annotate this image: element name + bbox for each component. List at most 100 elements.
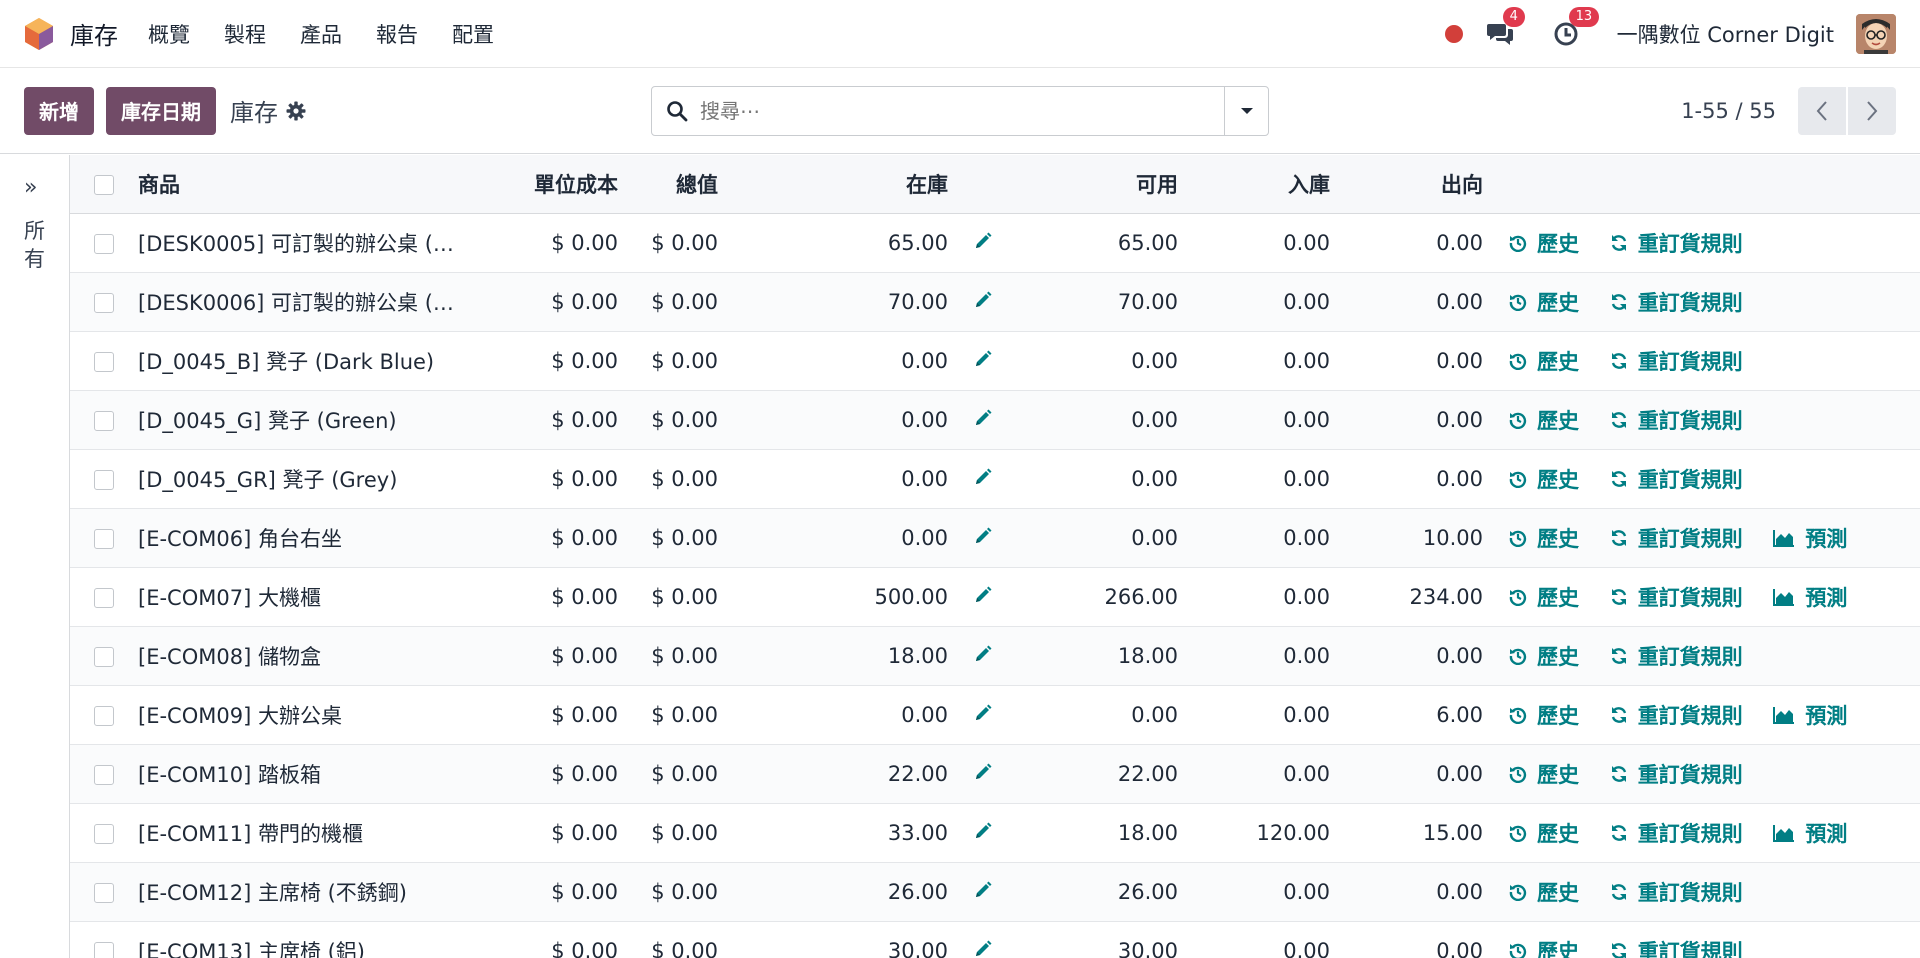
table-row[interactable]: [DESK0006] 可訂製的辦公桌 (… $ 0.00 $ 0.00 70.0… (70, 272, 1920, 332)
product-name[interactable]: [D_0045_B] 凳子 (Dark Blue) (138, 331, 478, 391)
product-name[interactable]: [E-COM09] 大辦公桌 (138, 685, 478, 745)
forecast-button[interactable]: 預測 (1773, 700, 1847, 730)
table-row[interactable]: [DESK0005] 可訂製的辦公桌 (… $ 0.00 $ 0.00 65.0… (70, 213, 1920, 273)
table-row[interactable]: [E-COM11] 帶門的機櫃 $ 0.00 $ 0.00 33.00 18.0… (70, 803, 1920, 863)
on-hand-qty[interactable]: 0.00 (718, 331, 948, 391)
pager-next-button[interactable] (1848, 87, 1896, 135)
on-hand-qty[interactable]: 22.00 (718, 744, 948, 804)
pencil-icon[interactable] (974, 763, 992, 781)
reordering-rules-button[interactable]: 重訂貨規則 (1610, 759, 1743, 789)
pencil-icon[interactable] (974, 291, 992, 309)
search-options-toggle[interactable] (1224, 87, 1268, 135)
reordering-rules-button[interactable]: 重訂貨規則 (1610, 287, 1743, 317)
forecast-button[interactable]: 預測 (1773, 523, 1847, 553)
inventory-date-button[interactable]: 庫存日期 (106, 86, 216, 135)
on-hand-qty[interactable]: 0.00 (718, 390, 948, 450)
table-row[interactable]: [E-COM13] 主席椅 (鋁) $ 0.00 $ 0.00 30.00 30… (70, 921, 1920, 958)
on-hand-qty[interactable]: 0.00 (718, 685, 948, 745)
product-name[interactable]: [D_0045_G] 凳子 (Green) (138, 390, 478, 450)
pencil-icon[interactable] (974, 350, 992, 368)
pencil-icon[interactable] (974, 881, 992, 899)
pencil-icon[interactable] (974, 232, 992, 250)
row-checkbox[interactable] (94, 528, 114, 549)
history-button[interactable]: 歷史 (1509, 936, 1579, 958)
product-name[interactable]: [E-COM06] 角台右坐 (138, 508, 478, 568)
on-hand-qty[interactable]: 30.00 (718, 921, 948, 958)
reordering-rules-button[interactable]: 重訂貨規則 (1610, 936, 1743, 958)
pencil-icon[interactable] (974, 527, 992, 545)
pencil-icon[interactable] (974, 409, 992, 427)
history-button[interactable]: 歷史 (1509, 405, 1579, 435)
on-hand-qty[interactable]: 65.00 (718, 213, 948, 273)
history-button[interactable]: 歷史 (1509, 523, 1579, 553)
row-checkbox[interactable] (94, 823, 114, 844)
row-checkbox[interactable] (94, 646, 114, 667)
product-name[interactable]: [E-COM11] 帶門的機櫃 (138, 803, 478, 863)
pager-value[interactable]: 1-55 / 55 (1681, 99, 1776, 123)
reordering-rules-button[interactable]: 重訂貨規則 (1610, 405, 1743, 435)
reordering-rules-button[interactable]: 重訂貨規則 (1610, 641, 1743, 671)
history-button[interactable]: 歷史 (1509, 641, 1579, 671)
on-hand-qty[interactable]: 18.00 (718, 626, 948, 686)
pencil-icon[interactable] (974, 468, 992, 486)
col-outgoing[interactable]: 出向 (1330, 155, 1483, 214)
table-row[interactable]: [E-COM12] 主席椅 (不銹鋼) $ 0.00 $ 0.00 26.00 … (70, 862, 1920, 922)
row-checkbox[interactable] (94, 469, 114, 490)
table-row[interactable]: [E-COM09] 大辦公桌 $ 0.00 $ 0.00 0.00 0.00 0… (70, 685, 1920, 745)
history-button[interactable]: 歷史 (1509, 700, 1579, 730)
forecast-button[interactable]: 預測 (1773, 818, 1847, 848)
history-button[interactable]: 歷史 (1509, 464, 1579, 494)
history-button[interactable]: 歷史 (1509, 877, 1579, 907)
expand-panel-button[interactable]: » (24, 175, 37, 200)
table-row[interactable]: [E-COM07] 大機櫃 $ 0.00 $ 0.00 500.00 266.0… (70, 567, 1920, 627)
row-checkbox[interactable] (94, 351, 114, 372)
pencil-icon[interactable] (974, 704, 992, 722)
on-hand-qty[interactable]: 500.00 (718, 567, 948, 627)
reordering-rules-button[interactable]: 重訂貨規則 (1610, 582, 1743, 612)
col-product[interactable]: 商品 (138, 155, 478, 214)
reordering-rules-button[interactable]: 重訂貨規則 (1610, 700, 1743, 730)
menu-reporting[interactable]: 報告 (376, 19, 418, 49)
table-row[interactable]: [D_0045_GR] 凳子 (Grey) $ 0.00 $ 0.00 0.00… (70, 449, 1920, 509)
row-checkbox[interactable] (94, 882, 114, 903)
user-avatar[interactable] (1856, 14, 1896, 54)
row-checkbox[interactable] (94, 233, 114, 254)
history-button[interactable]: 歷史 (1509, 228, 1579, 258)
row-checkbox[interactable] (94, 705, 114, 726)
history-button[interactable]: 歷史 (1509, 346, 1579, 376)
reordering-rules-button[interactable]: 重訂貨規則 (1610, 464, 1743, 494)
gear-icon[interactable] (286, 101, 306, 121)
product-name[interactable]: [E-COM10] 踏板箱 (138, 744, 478, 804)
pager-previous-button[interactable] (1798, 87, 1846, 135)
pencil-icon[interactable] (974, 940, 992, 958)
product-name[interactable]: [E-COM07] 大機櫃 (138, 567, 478, 627)
activities-button[interactable]: 13 (1551, 7, 1600, 49)
reordering-rules-button[interactable]: 重訂貨規則 (1610, 818, 1743, 848)
row-checkbox[interactable] (94, 941, 114, 958)
messages-button[interactable]: 4 (1485, 7, 1525, 49)
on-hand-qty[interactable]: 33.00 (718, 803, 948, 863)
product-name[interactable]: [DESK0006] 可訂製的辦公桌 (… (138, 272, 478, 332)
col-available[interactable]: 可用 (1008, 155, 1178, 214)
col-unit-cost[interactable]: 單位成本 (478, 155, 618, 214)
menu-operations[interactable]: 製程 (224, 19, 266, 49)
table-row[interactable]: [E-COM10] 踏板箱 $ 0.00 $ 0.00 22.00 22.00 … (70, 744, 1920, 804)
row-checkbox[interactable] (94, 587, 114, 608)
row-checkbox[interactable] (94, 292, 114, 313)
inventory-app-logo-icon[interactable] (24, 17, 54, 51)
menu-products[interactable]: 產品 (300, 19, 342, 49)
product-name[interactable]: [E-COM12] 主席椅 (不銹鋼) (138, 862, 478, 922)
product-name[interactable]: [E-COM08] 儲物盒 (138, 626, 478, 686)
status-dot-icon[interactable] (1444, 25, 1463, 43)
reordering-rules-button[interactable]: 重訂貨規則 (1610, 228, 1743, 258)
menu-configuration[interactable]: 配置 (452, 19, 494, 49)
company-switcher[interactable]: 一隅數位 Corner Digit (1617, 19, 1834, 49)
new-button[interactable]: 新增 (24, 86, 94, 135)
row-checkbox[interactable] (94, 764, 114, 785)
history-button[interactable]: 歷史 (1509, 818, 1579, 848)
history-button[interactable]: 歷史 (1509, 759, 1579, 789)
pencil-icon[interactable] (974, 645, 992, 663)
product-name[interactable]: [DESK0005] 可訂製的辦公桌 (… (138, 213, 478, 273)
reordering-rules-button[interactable]: 重訂貨規則 (1610, 877, 1743, 907)
pencil-icon[interactable] (974, 586, 992, 604)
